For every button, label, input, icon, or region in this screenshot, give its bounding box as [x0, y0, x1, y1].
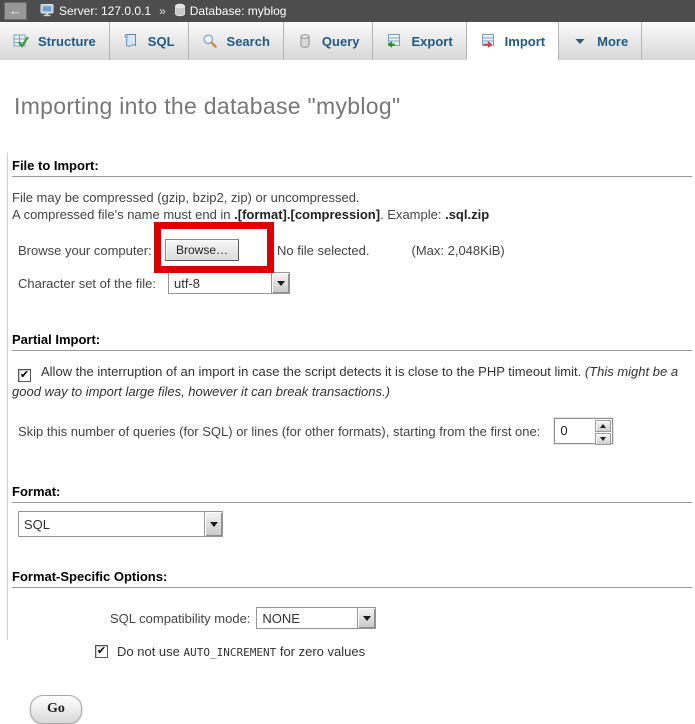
page-title: Importing into the database "myblog" [14, 93, 695, 120]
skip-queries-input[interactable]: 0 [554, 418, 613, 444]
server-icon [40, 3, 55, 20]
auto-increment-text: Do not use AUTO_INCREMENT for zero value… [117, 644, 365, 659]
tab-structure[interactable]: Structure [0, 22, 110, 60]
compression-example: .sql.zip [445, 207, 489, 222]
export-icon [386, 33, 402, 49]
skip-queries-value: 0 [555, 419, 594, 443]
breadcrumb-server-label: Server: 127.0.0.1 [59, 4, 151, 18]
chevron-down-icon[interactable] [204, 512, 222, 536]
charset-label: Character set of the file: [18, 276, 168, 291]
browse-label: Browse your computer: [18, 243, 165, 258]
tab-bar: Structure SQL Search Query Export Import [0, 22, 695, 60]
charset-select-value: utf-8 [169, 273, 271, 293]
tab-more[interactable]: More [559, 22, 642, 60]
tab-search[interactable]: Search [189, 22, 284, 60]
spinner-up-icon[interactable] [595, 420, 611, 432]
auto-increment-code: AUTO_INCREMENT [184, 646, 277, 659]
allow-interrupt-checkbox[interactable]: ✔ [18, 369, 31, 382]
import-page: Importing into the database "myblog" Fil… [0, 93, 695, 724]
tab-label: Query [322, 34, 360, 49]
compression-line2-prefix: A compressed file's name must end in [12, 207, 234, 222]
auto-increment-row: ✔ Do not use AUTO_INCREMENT for zero val… [95, 644, 695, 659]
breadcrumb-separator: » [159, 4, 166, 18]
skip-queries-row: Skip this number of queries (for SQL) or… [18, 418, 695, 444]
allow-interrupt-row: ✔ Allow the interruption of an import in … [12, 362, 688, 401]
compression-line1: File may be compressed (gzip, bzip2, zip… [12, 190, 360, 205]
chevron-down-icon [572, 33, 588, 49]
breadcrumb-bar: ← Server: 127.0.0.1 » Database: myblog [0, 0, 695, 22]
sql-compatibility-value: NONE [257, 608, 357, 628]
compression-format-pattern: .[format].[compression] [234, 207, 380, 222]
tab-import[interactable]: Import [467, 22, 559, 60]
tab-label: Structure [38, 34, 96, 49]
spinner-controls [594, 419, 612, 443]
tab-label: SQL [148, 34, 175, 49]
no-file-selected-text: No file selected. [277, 243, 370, 258]
allow-interrupt-text: Allow the interruption of an import in c… [41, 364, 585, 379]
section-heading-format: Format: [12, 484, 692, 503]
breadcrumb-server[interactable]: Server: 127.0.0.1 [40, 3, 151, 20]
skip-queries-label: Skip this number of queries (for SQL) or… [18, 424, 540, 439]
compression-line2-mid: . Example: [380, 207, 445, 222]
charset-select[interactable]: utf-8 [168, 272, 290, 294]
tab-export[interactable]: Export [373, 22, 466, 60]
file-upload-row: Browse your computer: Browse… No file se… [18, 238, 695, 262]
spinner-down-icon[interactable] [595, 433, 611, 445]
format-select[interactable]: SQL [18, 511, 223, 537]
import-icon [480, 33, 496, 49]
tab-label: Import [505, 34, 545, 49]
tab-label: More [597, 34, 628, 49]
search-icon [202, 33, 218, 49]
back-button[interactable]: ← [4, 2, 27, 20]
format-row: SQL [18, 511, 695, 537]
tab-query[interactable]: Query [284, 22, 374, 60]
section-heading-format-specific-options: Format-Specific Options: [12, 569, 692, 588]
database-icon [174, 3, 186, 20]
format-select-value: SQL [19, 512, 204, 536]
sql-compatibility-select[interactable]: NONE [256, 607, 376, 629]
browse-button[interactable]: Browse… [165, 239, 239, 261]
go-button[interactable]: Go [30, 695, 82, 724]
sql-compatibility-label: SQL compatibility mode: [110, 611, 250, 626]
sql-compatibility-row: SQL compatibility mode: NONE [110, 607, 695, 629]
compression-note: File may be compressed (gzip, bzip2, zip… [12, 189, 692, 223]
tab-label: Search [227, 34, 270, 49]
auto-increment-checkbox[interactable]: ✔ [95, 645, 108, 658]
tab-label: Export [411, 34, 452, 49]
section-heading-file-to-import: File to Import: [12, 158, 692, 177]
structure-icon [13, 33, 29, 49]
content-left-border [7, 153, 8, 640]
chevron-down-icon[interactable] [357, 608, 375, 628]
tab-sql[interactable]: SQL [110, 22, 189, 60]
max-upload-size: (Max: 2,048KiB) [412, 243, 505, 258]
section-heading-partial-import: Partial Import: [12, 332, 692, 351]
breadcrumb-database-label: Database: myblog [190, 4, 287, 18]
breadcrumb-database[interactable]: Database: myblog [174, 3, 287, 20]
sql-icon [123, 33, 139, 49]
charset-row: Character set of the file: utf-8 [18, 272, 695, 294]
query-icon [297, 33, 313, 49]
chevron-down-icon[interactable] [271, 273, 289, 293]
